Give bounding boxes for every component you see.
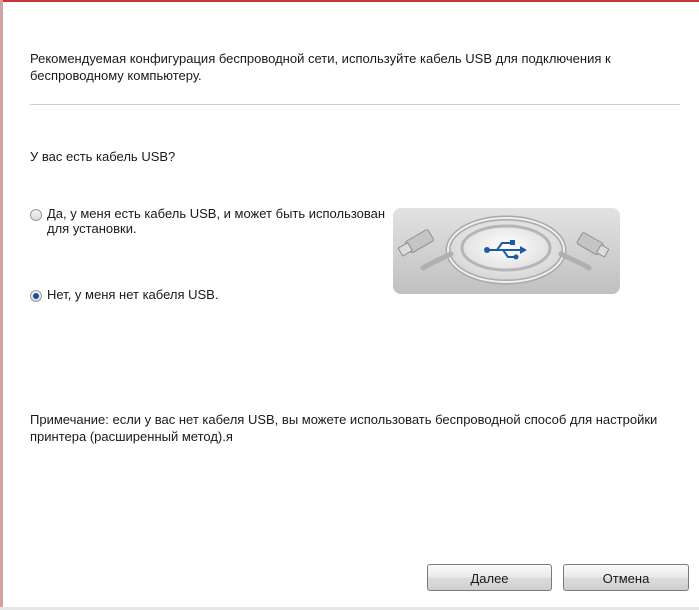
option-has-usb-label[interactable]: Да, у меня есть кабель USB, и может быть… bbox=[47, 206, 390, 236]
divider bbox=[30, 104, 680, 105]
next-button[interactable]: Далее bbox=[427, 564, 552, 591]
note-text: Примечание: если у вас нет кабеля USB, в… bbox=[30, 412, 658, 444]
option-no-usb[interactable]: Нет, у меня нет кабеля USB. bbox=[30, 287, 218, 302]
question-label: У вас есть кабель USB? bbox=[30, 149, 176, 164]
cancel-button[interactable]: Отмена bbox=[563, 564, 689, 591]
radio-has-usb[interactable] bbox=[30, 209, 42, 221]
radio-no-usb[interactable] bbox=[30, 290, 42, 302]
intro-text: Рекомендуемая конфигурация беспроводной … bbox=[30, 51, 611, 83]
usb-cable-icon bbox=[393, 208, 620, 294]
option-no-usb-label[interactable]: Нет, у меня нет кабеля USB. bbox=[47, 287, 218, 302]
window-left-border bbox=[0, 0, 3, 610]
option-has-usb[interactable]: Да, у меня есть кабель USB, и может быть… bbox=[30, 206, 390, 236]
window-top-border bbox=[0, 0, 699, 2]
